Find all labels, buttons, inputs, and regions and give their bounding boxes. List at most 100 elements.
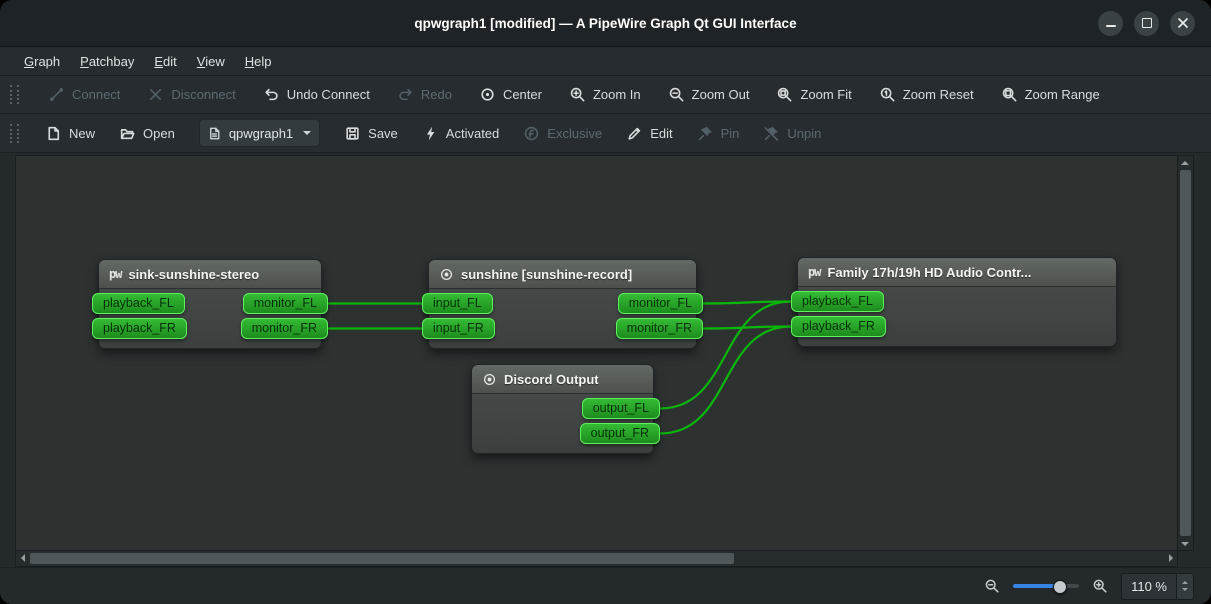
- zoom-fit-button[interactable]: Zoom Fit: [776, 86, 851, 103]
- graph-node-discord[interactable]: Discord Output output_FLoutput_FR: [471, 364, 654, 454]
- horizontal-scroll-track: [29, 551, 1164, 566]
- output-ports: monitor_FLmonitor_FR: [241, 293, 321, 339]
- zoom-slider[interactable]: [1013, 578, 1079, 594]
- input-port-playback_FR[interactable]: playback_FR: [92, 318, 187, 339]
- disconnect-button[interactable]: Disconnect: [147, 86, 235, 103]
- arrow-up-icon: [1181, 157, 1189, 165]
- graph-node-sunshine[interactable]: sunshine [sunshine-record] input_FLinput_…: [428, 259, 697, 349]
- zoom-reset-button[interactable]: Zoom Reset: [879, 86, 974, 103]
- output-ports: monitor_FLmonitor_FR: [616, 293, 696, 339]
- edit-toggle[interactable]: Edit: [626, 125, 672, 142]
- arrow-left-icon: [17, 554, 25, 562]
- input-port-playback_FL[interactable]: playback_FL: [791, 291, 884, 312]
- input-port-playback_FL[interactable]: playback_FL: [92, 293, 185, 314]
- titlebar[interactable]: qpwgraph1 [modified] — A PipeWire Graph …: [0, 0, 1211, 47]
- close-button[interactable]: [1170, 11, 1195, 36]
- open-button[interactable]: Open: [119, 125, 175, 142]
- pin-button[interactable]: Pin: [697, 125, 740, 142]
- output-port-monitor_FR[interactable]: monitor_FR: [616, 318, 703, 339]
- output-port-output_FL[interactable]: output_FL: [582, 398, 660, 419]
- graph-canvas[interactable]: pwsink-sunshine-stereoplayback_FLplaybac…: [16, 156, 1177, 550]
- node-title-bar[interactable]: Discord Output: [472, 365, 653, 394]
- node-title: sunshine [sunshine-record]: [461, 267, 632, 282]
- maximize-button[interactable]: [1134, 11, 1159, 36]
- output-port-monitor_FL[interactable]: monitor_FL: [243, 293, 328, 314]
- exclusive-toggle[interactable]: Exclusive: [523, 125, 602, 142]
- save-button[interactable]: Save: [344, 125, 398, 142]
- minimize-button[interactable]: [1098, 11, 1123, 36]
- node-title-bar[interactable]: sunshine [sunshine-record]: [429, 260, 696, 289]
- slider-handle[interactable]: [1053, 580, 1067, 594]
- redo-button[interactable]: Redo: [397, 86, 452, 103]
- app-window: qpwgraph1 [modified] — A PipeWire Graph …: [0, 0, 1211, 604]
- menu-edit[interactable]: Edit: [144, 47, 186, 75]
- exclusive-icon: [523, 125, 540, 142]
- output-port-monitor_FL[interactable]: monitor_FL: [618, 293, 703, 314]
- combo-value: qpwgraph1: [229, 126, 293, 141]
- graph-viewport[interactable]: pwsink-sunshine-stereoplayback_FLplaybac…: [15, 155, 1178, 551]
- zoom-spinbox[interactable]: 110 %: [1121, 573, 1194, 600]
- open-folder-icon: [119, 125, 136, 142]
- disconnect-icon: [147, 86, 164, 103]
- connect-button[interactable]: Connect: [48, 86, 120, 103]
- new-button[interactable]: New: [45, 125, 95, 142]
- arrow-right-icon: [1169, 554, 1177, 562]
- horizontal-scrollbar[interactable]: [15, 550, 1178, 567]
- scroll-up-button[interactable]: [1178, 156, 1191, 169]
- horizontal-scroll-thumb[interactable]: [30, 553, 734, 564]
- patchbay-file-combo[interactable]: qpwgraph1: [199, 119, 320, 147]
- pipewire-icon: pw: [109, 267, 121, 281]
- node-title-bar[interactable]: pwFamily 17h/19h HD Audio Contr...: [798, 258, 1116, 287]
- connection-wire[interactable]: [703, 327, 791, 329]
- redo-icon: [397, 86, 414, 103]
- record-icon: [439, 267, 454, 282]
- center-button[interactable]: Center: [479, 86, 542, 103]
- scroll-left-button[interactable]: [16, 551, 29, 564]
- minimize-icon: [1106, 25, 1116, 27]
- vertical-scrollbar[interactable]: [1177, 155, 1194, 551]
- input-ports: playback_FLplayback_FR: [99, 293, 187, 339]
- zoom-in-icon[interactable]: [1092, 578, 1108, 594]
- zoom-in-button[interactable]: Zoom In: [569, 86, 641, 103]
- undo-connect-button[interactable]: Undo Connect: [263, 86, 370, 103]
- window-controls: [1098, 0, 1195, 46]
- scroll-right-button[interactable]: [1164, 551, 1177, 564]
- connection-wire[interactable]: [703, 302, 791, 304]
- unpin-button[interactable]: Unpin: [763, 125, 821, 142]
- output-port-monitor_FR[interactable]: monitor_FR: [241, 318, 328, 339]
- scroll-down-button[interactable]: [1178, 537, 1191, 550]
- graph-node-sink[interactable]: pwsink-sunshine-stereo playback_FLplaybac…: [98, 259, 322, 349]
- zoom-out-icon: [668, 86, 685, 103]
- vertical-scroll-thumb[interactable]: [1180, 170, 1191, 536]
- input-port-input_FL[interactable]: input_FL: [422, 293, 493, 314]
- spin-down-button[interactable]: [1182, 588, 1188, 594]
- activated-toggle[interactable]: Activated: [422, 125, 499, 142]
- graph-node-family[interactable]: pwFamily 17h/19h HD Audio Contr...playba…: [797, 257, 1117, 347]
- node-title: Discord Output: [504, 372, 599, 387]
- input-port-input_FR[interactable]: input_FR: [422, 318, 495, 339]
- output-port-output_FR[interactable]: output_FR: [580, 423, 660, 444]
- zoom-range-button[interactable]: Zoom Range: [1001, 86, 1100, 103]
- menu-help[interactable]: Help: [235, 47, 282, 75]
- toolbar-handle[interactable]: [10, 85, 19, 104]
- menu-view[interactable]: View: [187, 47, 235, 75]
- output-ports: output_FLoutput_FR: [580, 398, 653, 444]
- input-port-playback_FR[interactable]: playback_FR: [791, 316, 886, 337]
- undo-icon: [263, 86, 280, 103]
- zoom-value: 110 %: [1122, 579, 1176, 594]
- node-ports: playback_FLplayback_FR: [798, 287, 1116, 346]
- lightning-bolt-icon: [422, 125, 439, 142]
- patchbay-file-icon: [207, 126, 222, 141]
- arrow-down-icon: [1181, 542, 1189, 550]
- pencil-icon: [626, 125, 643, 142]
- menu-patchbay[interactable]: Patchbay: [70, 47, 144, 75]
- menu-graph[interactable]: Graph: [14, 47, 70, 75]
- toolbar-handle[interactable]: [10, 124, 19, 143]
- pin-icon: [697, 125, 714, 142]
- spin-up-button[interactable]: [1182, 578, 1188, 584]
- zoom-out-button[interactable]: Zoom Out: [668, 86, 750, 103]
- node-ports: input_FLinput_FRmonitor_FLmonitor_FR: [429, 289, 696, 348]
- node-title-bar[interactable]: pwsink-sunshine-stereo: [99, 260, 321, 289]
- zoom-out-icon[interactable]: [984, 578, 1000, 594]
- zoom-in-icon: [569, 86, 586, 103]
